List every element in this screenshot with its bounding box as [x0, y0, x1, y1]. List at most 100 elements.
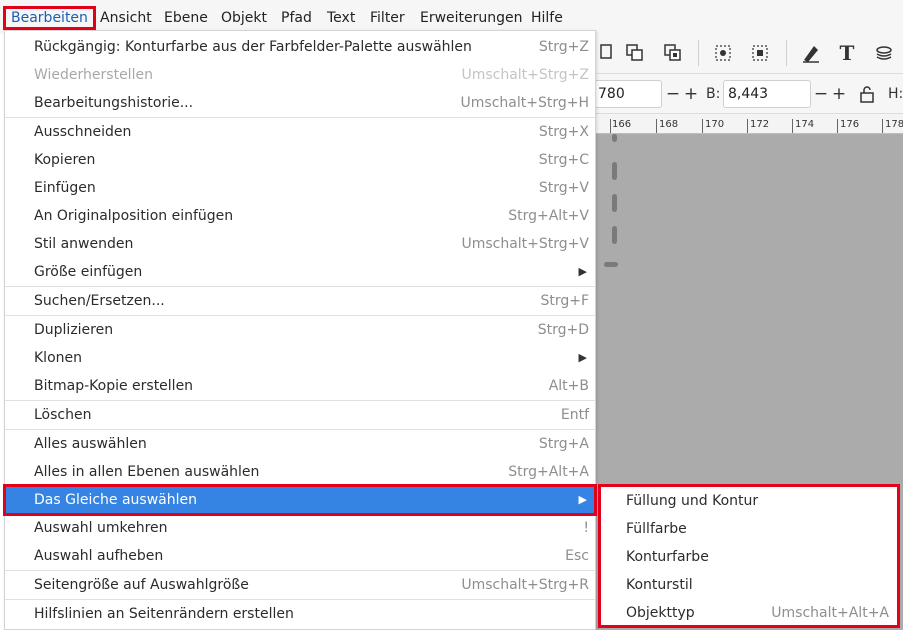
menu-item-shortcut: Strg+C — [538, 152, 589, 168]
menu-item-select-same[interactable]: Das Gleiche auswählen ▶ — [3, 484, 597, 516]
menu-item-paste[interactable]: Einfügen Strg+V — [5, 174, 595, 202]
tool-controls-bar: 780 − + B: 8,443 − + H: — [594, 74, 903, 114]
menu-item-label: Füllung und Kontur — [626, 493, 759, 509]
layers-icon[interactable] — [873, 42, 895, 64]
menu-item-bitmap-copy[interactable]: Bitmap-Kopie erstellen Alt+B — [5, 372, 595, 400]
submenu-arrow-icon: ▶ — [578, 265, 587, 278]
ruler-tick-label: 166 — [612, 119, 632, 130]
menu-item-delete[interactable]: Löschen Entf — [5, 401, 595, 429]
menu-bearbeiten[interactable]: Bearbeiten — [3, 6, 96, 30]
menu-text[interactable]: Text — [323, 6, 359, 30]
ruler-major-tick — [610, 119, 611, 133]
menu-item-copy[interactable]: Kopieren Strg+C — [5, 146, 595, 174]
menu-item-shortcut: Strg+X — [538, 124, 589, 140]
x-position-field[interactable]: 780 — [594, 80, 662, 108]
guide-dash — [612, 194, 617, 212]
menu-item-find-replace[interactable]: Suchen/Ersetzen... Strg+F — [5, 287, 595, 315]
menu-item-shortcut: Strg+Alt+V — [508, 208, 589, 224]
menubar: Bearbeiten Ansicht Ebene Objekt Pfad Tex… — [0, 0, 903, 34]
menu-item-undo[interactable]: Rückgängig: Konturfarbe aus der Farbfeld… — [5, 33, 595, 61]
menu-item-select-all[interactable]: Alles auswählen Strg+A — [5, 430, 595, 458]
width-decrement-button[interactable]: − — [812, 80, 830, 108]
menu-filter[interactable]: Filter — [366, 6, 409, 30]
menu-item-label: Größe einfügen — [34, 264, 143, 280]
menu-item-label: Hilfslinien an Seitenrändern erstellen — [34, 606, 294, 622]
menu-item-label: Rückgängig: Konturfarbe aus der Farbfeld… — [34, 39, 472, 55]
menu-item-redo: Wiederherstellen Umschalt+Strg+Z — [5, 61, 595, 89]
submenu-item-stroke-color[interactable]: Konturfarbe — [601, 543, 897, 571]
submenu-item-fill-color[interactable]: Füllfarbe — [601, 515, 897, 543]
menu-item-invert-selection[interactable]: Auswahl umkehren! — [5, 514, 595, 542]
menu-hilfe[interactable]: Hilfe — [527, 6, 567, 30]
menu-item-label: Klonen — [34, 350, 82, 366]
submenu-item-fill-and-stroke[interactable]: Füllung und Kontur — [601, 487, 897, 515]
guide-dash — [604, 262, 618, 267]
menu-item-shortcut: Umschalt+Strg+H — [460, 95, 589, 111]
menu-item-shortcut: Strg+Z — [538, 39, 589, 55]
menu-item-paste-in-place[interactable]: An Originalposition einfügen Strg+Alt+V — [5, 202, 595, 230]
width-label: B: — [706, 86, 721, 102]
menu-item-undo-history[interactable]: Bearbeitungshistorie... Umschalt+Strg+H — [5, 89, 595, 117]
duplicate-icon[interactable] — [624, 42, 646, 64]
menu-item-label: Alles auswählen — [34, 436, 147, 452]
width-increment-button[interactable]: + — [830, 80, 848, 108]
menu-item-shortcut: Strg+D — [537, 322, 589, 338]
menu-item-paste-style[interactable]: Stil anwenden Umschalt+Strg+V — [5, 230, 595, 258]
clone-icon[interactable] — [662, 42, 684, 64]
ruler-tick-label: 178 — [885, 119, 903, 130]
ruler-major-tick — [792, 119, 793, 133]
x-decrement-button[interactable]: − — [664, 80, 682, 108]
submenu-item-stroke-style[interactable]: Konturstil — [601, 571, 897, 599]
ruler-major-tick — [656, 119, 657, 133]
menu-item-label: Wiederherstellen — [34, 67, 153, 83]
x-increment-button[interactable]: + — [682, 80, 700, 108]
menu-item-deselect[interactable]: Auswahl aufheben Esc — [5, 542, 595, 570]
menu-item-label: Suchen/Ersetzen... — [34, 293, 165, 309]
menu-item-label: Ausschneiden — [34, 124, 132, 140]
menu-item-cut[interactable]: Ausschneiden Strg+X — [5, 118, 595, 146]
menu-item-shortcut: ! — [583, 520, 589, 536]
fill-stroke-icon[interactable] — [800, 42, 822, 64]
width-field[interactable]: 8,443 — [723, 80, 811, 108]
menu-item-select-all-layers[interactable]: Alles in allen Ebenen auswählen Strg+Alt+… — [5, 458, 595, 486]
menu-item-shortcut: Esc — [565, 548, 589, 564]
ruler-tick-label: 168 — [659, 119, 679, 130]
height-label: H: — [888, 86, 903, 102]
menu-item-label: Konturstil — [626, 577, 693, 593]
menu-ebene[interactable]: Ebene — [160, 6, 212, 30]
menu-item-paste-size[interactable]: Größe einfügen ▶ — [5, 258, 595, 286]
menu-item-label: Objekttyp — [626, 605, 695, 621]
menu-item-label: Stil anwenden — [34, 236, 134, 252]
menu-item-label: Seitengröße auf Auswahlgröße — [34, 577, 249, 593]
menu-item-resize-page-to-selection[interactable]: Seitengröße auf Auswahlgröße Umschalt+Str… — [5, 571, 595, 599]
menu-item-shortcut: Umschalt+Strg+R — [461, 577, 589, 593]
menu-item-clone[interactable]: Klonen ▶ — [5, 344, 595, 372]
copy-icon[interactable] — [596, 42, 618, 64]
lock-icon[interactable] — [856, 83, 878, 105]
menu-item-shortcut: Alt+B — [548, 378, 589, 394]
menu-item-label: Bitmap-Kopie erstellen — [34, 378, 194, 394]
menu-item-guides-around-page[interactable]: Hilfslinien an Seitenrändern erstellen — [5, 600, 595, 628]
menu-item-label: Kopieren — [34, 152, 96, 168]
menu-item-shortcut: Umschalt+Strg+Z — [461, 67, 589, 83]
menu-item-label: Einfügen — [34, 180, 96, 196]
menu-item-duplicate[interactable]: Duplizieren Strg+D — [5, 316, 595, 344]
menu-pfad[interactable]: Pfad — [277, 6, 316, 30]
menu-item-label: An Originalposition einfügen — [34, 208, 234, 224]
ungroup-icon[interactable] — [749, 42, 771, 64]
menu-item-shortcut: Entf — [560, 407, 589, 423]
menu-item-label: Auswahl umkehren — [34, 520, 168, 536]
menu-item-label: Auswahl aufheben — [34, 548, 164, 564]
ruler-major-tick — [702, 119, 703, 133]
menu-objekt[interactable]: Objekt — [217, 6, 271, 30]
menu-item-label: Duplizieren — [34, 322, 114, 338]
menu-item-label: Füllfarbe — [626, 521, 687, 537]
menu-erweiterungen[interactable]: Erweiterungen — [416, 6, 527, 30]
submenu-item-object-type[interactable]: Objekttyp Umschalt+Alt+A — [601, 599, 897, 627]
menu-item-shortcut: Strg+V — [538, 180, 589, 196]
group-icon[interactable] — [712, 42, 734, 64]
menu-ansicht[interactable]: Ansicht — [96, 6, 156, 30]
submenu-arrow-icon: ▶ — [578, 351, 587, 364]
text-tool-icon[interactable]: T — [836, 42, 858, 64]
guide-dash — [612, 162, 617, 180]
